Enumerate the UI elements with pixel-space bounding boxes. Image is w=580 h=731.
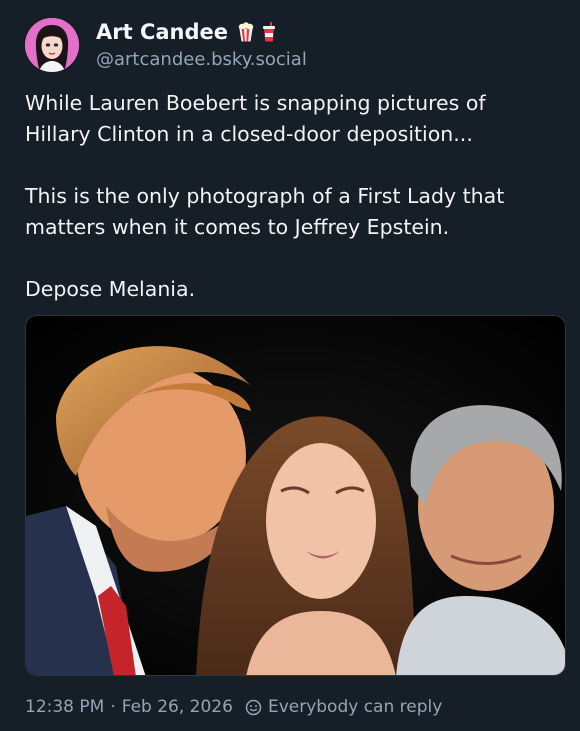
reply-settings[interactable]: Everybody can reply <box>245 695 442 719</box>
post-paragraph: This is the only photograph of a First L… <box>25 184 505 239</box>
post-card: Art Candee @artcandee.bsky.social While … <box>0 0 580 731</box>
post-paragraph: While Lauren Boebert is snapping picture… <box>25 91 486 146</box>
reply-settings-label: Everybody can reply <box>267 697 443 717</box>
post-text: While Lauren Boebert is snapping picture… <box>25 88 560 305</box>
post-paragraph: Depose Melania. <box>25 277 196 301</box>
author-info: Art Candee @artcandee.bsky.social <box>96 19 307 72</box>
author-display-name[interactable]: Art Candee <box>96 19 228 45</box>
avatar-illustration-icon <box>25 18 79 72</box>
reply-settings-icon <box>245 699 262 715</box>
popcorn-icon <box>238 21 254 41</box>
post-time[interactable]: 12:38 PM <box>25 695 104 719</box>
author-handle[interactable]: @artcandee.bsky.social <box>96 48 307 72</box>
avatar[interactable] <box>25 18 79 72</box>
author-emoji <box>238 21 276 42</box>
post-image[interactable] <box>25 315 566 676</box>
author-name-row: Art Candee <box>96 19 307 45</box>
footer-separator: · <box>110 697 116 717</box>
photo-icon <box>26 316 565 675</box>
post-header: Art Candee @artcandee.bsky.social <box>25 16 307 74</box>
post-date[interactable]: Feb 26, 2026 <box>122 695 233 719</box>
post-footer: 12:38 PM · Feb 26, 2026 Everybody can re… <box>25 695 442 719</box>
soda-cup-icon <box>263 21 276 41</box>
